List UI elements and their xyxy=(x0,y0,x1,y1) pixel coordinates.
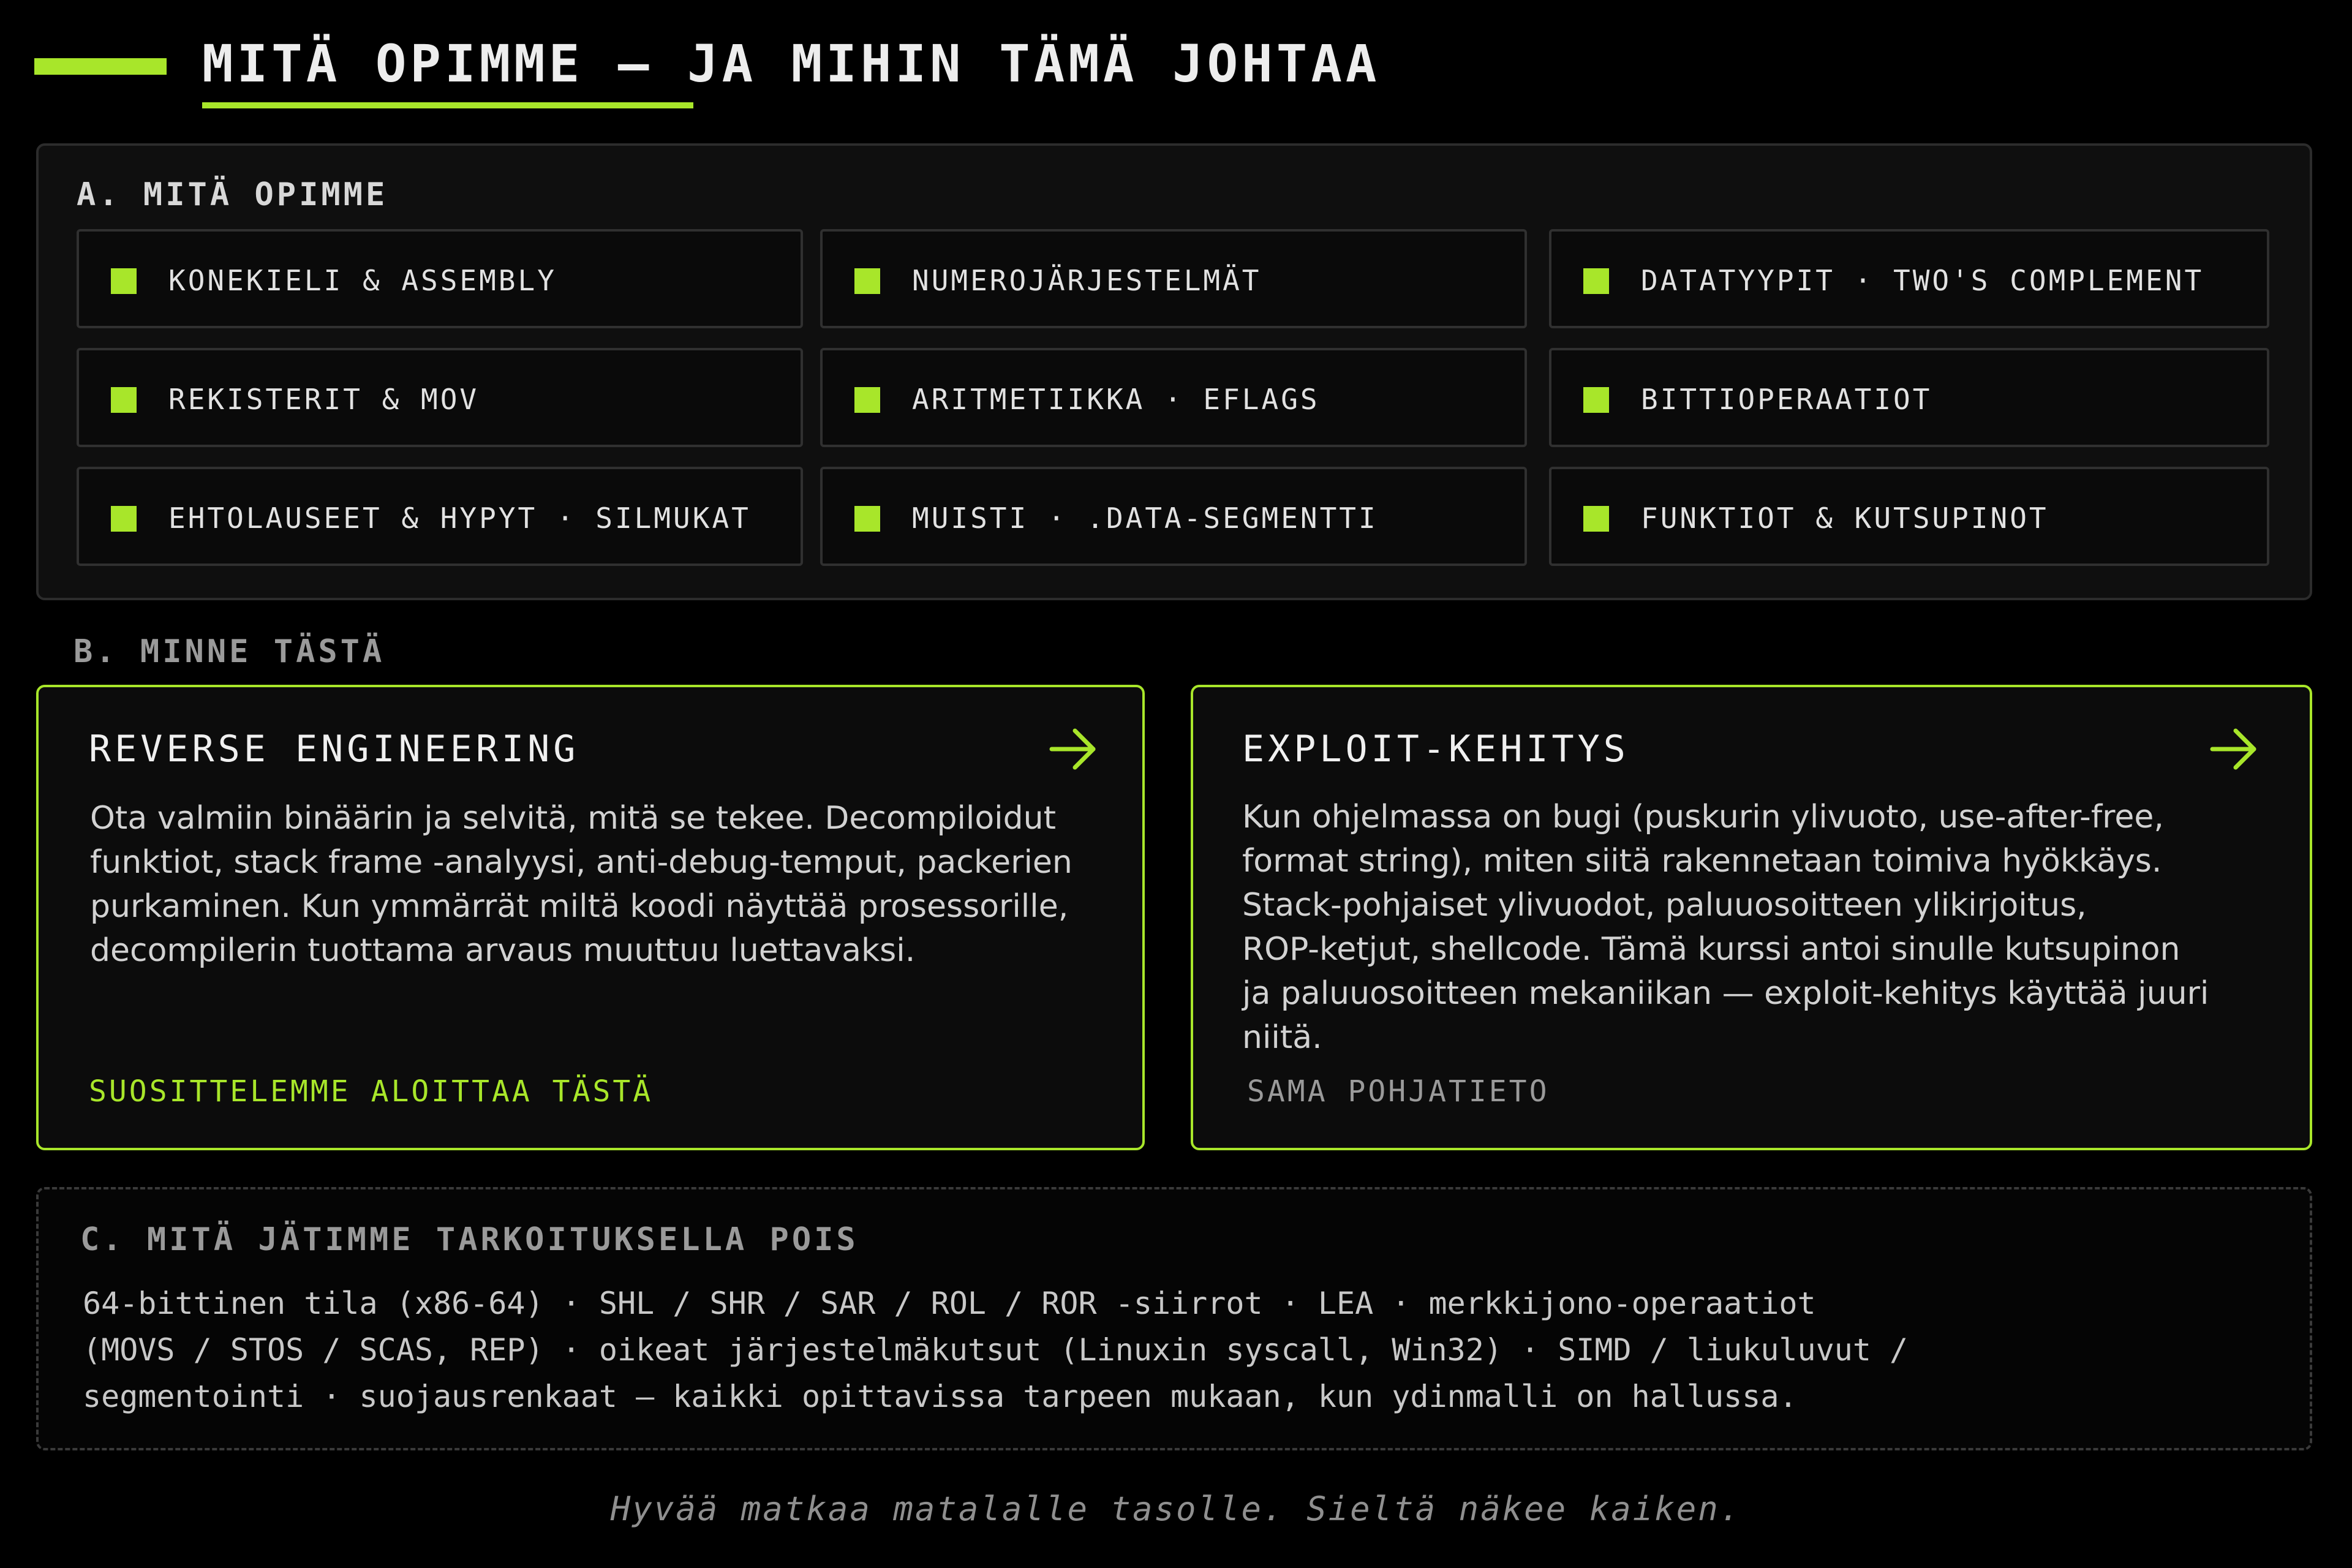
same-foundation-label: SAMA POHJATIETO xyxy=(1247,1074,1550,1109)
topic-item: NUMEROJÄRJESTELMÄT xyxy=(820,229,1527,328)
topic-item: EHTOLAUSEET & HYPYT · SILMUKAT xyxy=(77,467,803,566)
square-bullet-icon xyxy=(1583,387,1609,413)
left-out-topics: 64-bittinen tila (x86-64) · SHL / SHR / … xyxy=(83,1280,1908,1420)
square-bullet-icon xyxy=(1583,268,1609,294)
topic-label: KONEKIELI & ASSEMBLY xyxy=(168,264,557,297)
card-description-line: ja paluuosoitteen mekaniikan — exploit-k… xyxy=(1242,975,2209,1012)
recommended-start-label: SUOSITTELEMME ALOITTAA TÄSTÄ xyxy=(89,1074,654,1109)
square-bullet-icon xyxy=(854,268,880,294)
topic-label: MUISTI · .DATA-SEGMENTTI xyxy=(912,502,1378,535)
card-description-line: Kun ohjelmassa on bugi (puskurin ylivuot… xyxy=(1242,799,2164,835)
topic-label: NUMEROJÄRJESTELMÄT xyxy=(912,264,1262,297)
card-description-line: Ota valmiin binäärin ja selvitä, mitä se… xyxy=(90,800,1056,837)
square-bullet-icon xyxy=(111,387,137,413)
topic-label: BITTIOPERAATIOT xyxy=(1641,383,1932,416)
topic-label: EHTOLAUSEET & HYPYT · SILMUKAT xyxy=(168,502,751,535)
square-bullet-icon xyxy=(1583,506,1609,532)
topic-item: BITTIOPERAATIOT xyxy=(1549,348,2269,447)
left-out-line: 64-bittinen tila (x86-64) · SHL / SHR / … xyxy=(83,1286,1816,1321)
card-reverse-engineering[interactable]: REVERSE ENGINEERING Ota valmiin binäärin… xyxy=(36,685,1145,1150)
section-c-label: C. MITÄ JÄTIMME TARKOITUKSELLA POIS xyxy=(80,1221,859,1258)
topic-item: ARITMETIIKKA · EFLAGS xyxy=(820,348,1527,447)
topic-item: MUISTI · .DATA-SEGMENTTI xyxy=(820,467,1527,566)
topic-item: REKISTERIT & MOV xyxy=(77,348,803,447)
card-description-line: decompilerin tuottama arvaus muuttuu lue… xyxy=(90,932,916,969)
card-description-line: format string), miten siitä rakennetaan … xyxy=(1242,843,2162,880)
card-title: EXPLOIT-KEHITYS xyxy=(1242,728,1629,771)
card-description-line: Stack-pohjaiset ylivuodot, paluuosoittee… xyxy=(1242,887,2087,924)
card-description-line: funktiot, stack frame -analyysi, anti-de… xyxy=(90,844,1072,881)
square-bullet-icon xyxy=(111,268,137,294)
page-title: MITÄ OPIMME — JA MIHIN TÄMÄ JOHTAA xyxy=(202,34,1381,94)
section-what-we-learned: A. MITÄ OPIMME KONEKIELI & ASSEMBLY NUME… xyxy=(36,143,2312,600)
topic-item: FUNKTIOT & KUTSUPINOT xyxy=(1549,467,2269,566)
topic-label: ARITMETIIKKA · EFLAGS xyxy=(912,383,1320,416)
square-bullet-icon xyxy=(854,506,880,532)
arrow-right-icon[interactable] xyxy=(1049,726,1098,772)
topic-label: DATATYYPIT · TWO'S COMPLEMENT xyxy=(1641,264,2204,297)
topic-label: REKISTERIT & MOV xyxy=(168,383,480,416)
square-bullet-icon xyxy=(111,506,137,532)
left-out-line: segmentointi · suojausrenkaat — kaikki o… xyxy=(83,1379,1798,1414)
topic-item: KONEKIELI & ASSEMBLY xyxy=(77,229,803,328)
title-underline xyxy=(202,102,693,108)
card-description-line: ROP-ketjut, shellcode. Tämä kurssi antoi… xyxy=(1242,931,2180,968)
arrow-right-icon[interactable] xyxy=(2210,726,2259,772)
section-left-out: C. MITÄ JÄTIMME TARKOITUKSELLA POIS 64-b… xyxy=(36,1187,2312,1450)
footer-note: Hyvää matkaa matalalle tasolle. Sieltä n… xyxy=(610,1490,1742,1528)
left-out-line: (MOVS / STOS / SCAS, REP) · oikeat järje… xyxy=(83,1332,1909,1368)
topic-item: DATATYYPIT · TWO'S COMPLEMENT xyxy=(1549,229,2269,328)
card-description: Kun ohjelmassa on bugi (puskurin ylivuot… xyxy=(1242,795,2209,1060)
card-description: Ota valmiin binäärin ja selvitä, mitä se… xyxy=(90,796,1072,973)
section-a-label: A. MITÄ OPIMME xyxy=(77,176,388,213)
card-description-line: niitä. xyxy=(1242,1019,1322,1056)
topic-label: FUNKTIOT & KUTSUPINOT xyxy=(1641,502,2049,535)
card-exploit-development[interactable]: EXPLOIT-KEHITYS Kun ohjelmassa on bugi (… xyxy=(1191,685,2312,1150)
title-accent-bar xyxy=(34,58,167,75)
square-bullet-icon xyxy=(854,387,880,413)
card-description-line: purkaminen. Kun ymmärrät miltä koodi näy… xyxy=(90,888,1069,925)
card-title: REVERSE ENGINEERING xyxy=(89,728,579,771)
section-b-label: B. MINNE TÄSTÄ xyxy=(74,633,385,670)
